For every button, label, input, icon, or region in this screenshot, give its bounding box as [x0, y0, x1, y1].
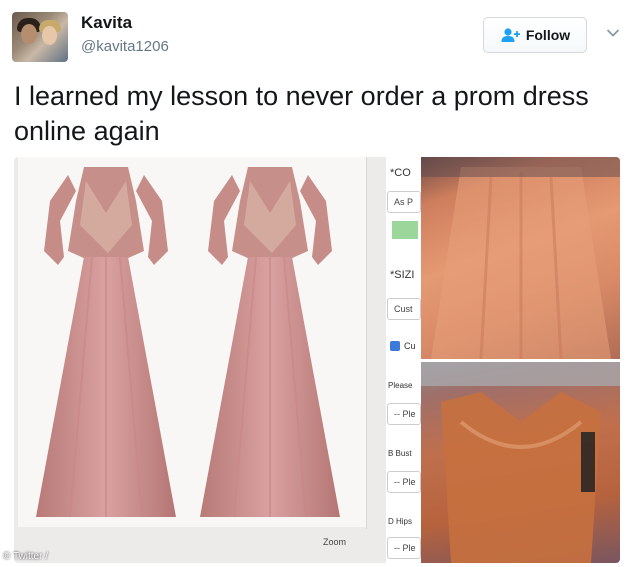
zoom-label: Zoom — [323, 537, 347, 547]
product-listing-photo[interactable]: Zoom *CO As P *SIZI Cust Cu Please -- Pl… — [14, 157, 421, 563]
color-heading: *CO — [390, 167, 411, 179]
dress-image — [36, 167, 176, 518]
tweet-text: I learned my lesson to never order a pro… — [14, 81, 589, 146]
size-heading: *SIZI — [390, 269, 415, 281]
received-dress-closeup-image — [421, 362, 620, 563]
color-swatch — [392, 221, 418, 239]
measurement-select[interactable]: -- Ple — [387, 403, 421, 425]
custom-check-label: Cu — [404, 341, 416, 351]
chevron-down-icon[interactable] — [606, 28, 620, 38]
order-form-column — [386, 157, 418, 563]
follow-label: Follow — [525, 27, 571, 43]
size-select[interactable]: Cust — [387, 298, 421, 320]
received-dress-image — [421, 157, 620, 360]
please-label: Please — [388, 381, 413, 390]
watermark: © Twitter / — [3, 551, 48, 562]
author-name[interactable]: Kavita — [81, 13, 132, 33]
hips-label: D Hips — [388, 517, 413, 526]
color-select[interactable]: As P — [387, 191, 421, 213]
hips-select[interactable]: -- Ple — [387, 537, 421, 559]
custom-checkbox[interactable] — [390, 341, 400, 351]
follow-button[interactable]: Follow — [483, 17, 587, 53]
bust-select[interactable]: -- Ple — [387, 471, 421, 493]
received-dress-photo[interactable] — [421, 157, 620, 360]
dress-image — [200, 167, 340, 518]
tweet-media[interactable]: Zoom *CO As P *SIZI Cust Cu Please -- Pl… — [14, 157, 620, 563]
author-handle[interactable]: @kavita1206 — [81, 38, 169, 55]
add-user-icon — [501, 28, 520, 42]
bust-label: B Bust — [388, 449, 412, 458]
received-dress-closeup-photo[interactable] — [421, 362, 620, 563]
avatar[interactable] — [12, 12, 68, 62]
